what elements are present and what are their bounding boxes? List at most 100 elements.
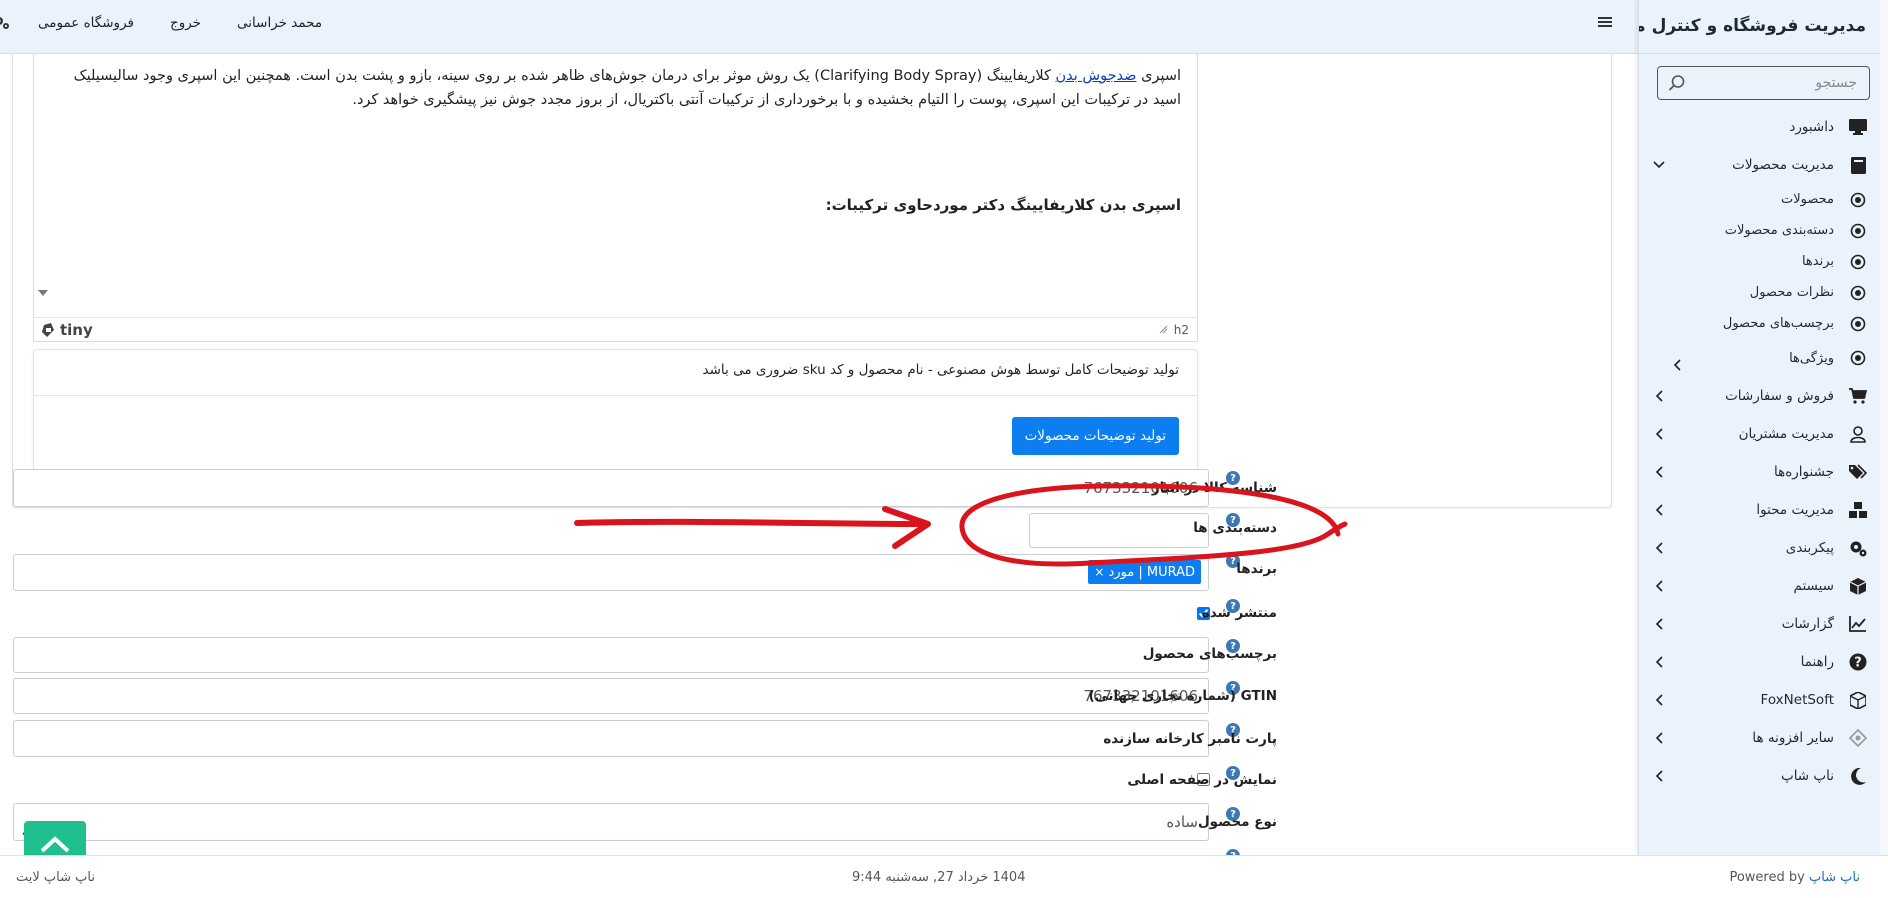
sidebar-subitem-label: نظرات محصول: [1749, 285, 1834, 300]
sidebar-subitem-brands[interactable]: برندها: [1639, 246, 1888, 277]
tags-input[interactable]: [13, 637, 1209, 673]
plugin-icon: [1848, 728, 1868, 748]
chevron-left-icon: [1673, 359, 1681, 375]
editor-content[interactable]: اسپری ضدجوش بدن کلاریفایینگ (Clarifying …: [34, 54, 1197, 298]
brands-label: برندها: [1236, 561, 1277, 577]
sidebar-subitem-products[interactable]: محصولات: [1639, 184, 1888, 215]
scrollbar-track[interactable]: [1880, 0, 1888, 855]
sidebar-item-promotions[interactable]: جشنواره‌ها: [1639, 453, 1888, 491]
categories-label: دسته‌بندی ها: [1193, 520, 1277, 536]
boxes-icon: [1848, 500, 1868, 520]
sidebar-item-sales[interactable]: فروش و سفارشات: [1639, 377, 1888, 415]
user-name-link[interactable]: محمد خراسانی: [237, 15, 322, 31]
mpn-input[interactable]: [13, 720, 1209, 757]
chevron-left-icon: [1653, 504, 1665, 516]
sidebar-subitem-attributes[interactable]: ویژگی‌ها: [1639, 339, 1888, 377]
sidebar-item-dashboard[interactable]: داشبورد: [1639, 108, 1888, 146]
sidebar-item-system[interactable]: سیستم: [1639, 567, 1888, 605]
sidebar-item-content[interactable]: مدیریت محتوا: [1639, 491, 1888, 529]
rich-text-editor[interactable]: اسپری ضدجوش بدن کلاریفایینگ (Clarifying …: [33, 54, 1198, 342]
top-nav-links: محمد خراسانی خروج فروشگاه عمومی: [38, 0, 322, 46]
search-input[interactable]: [1658, 67, 1869, 99]
product-type-row: ? ساده نوع محصول: [0, 803, 1638, 843]
sidebar-subitem-tags[interactable]: برچسب‌های محصول: [1639, 308, 1888, 339]
radio-dot-icon: [1848, 192, 1868, 208]
brands-multiselect[interactable]: × مورد | MURAD: [13, 554, 1209, 591]
sidebar-item-nopshop[interactable]: ناپ شاپ: [1639, 757, 1888, 795]
sidebar-item-help[interactable]: ? راهنما: [1639, 643, 1888, 681]
footer-datetime: 1404 خرداد 27, سه‌شنبه 9:44: [852, 870, 1026, 885]
generate-description-button[interactable]: تولید توضیحات محصولات: [1011, 417, 1179, 455]
tiny-logo[interactable]: tiny: [42, 321, 93, 339]
product-description-card: اسپری ضدجوش بدن کلاریفایینگ (Clarifying …: [12, 54, 1612, 508]
product-type-value: ساده: [1166, 813, 1198, 831]
logout-link[interactable]: خروج: [170, 15, 201, 31]
sidebar-subitem-label: دسته‌بندی محصولات: [1724, 223, 1834, 238]
sidebar-item-label: پیکربندی: [1785, 540, 1834, 556]
gears-icon: [1848, 538, 1868, 558]
chevron-down-icon: [1653, 159, 1665, 171]
brands-row: ? × مورد | MURAD برندها: [0, 554, 1638, 594]
sidebar-item-reports[interactable]: گزارشات: [1639, 605, 1888, 643]
moon-icon: [1848, 766, 1868, 786]
sidebar-item-product-management[interactable]: مدیریت محصولات: [1639, 146, 1888, 184]
chevron-left-icon: [1653, 770, 1665, 782]
path-tag[interactable]: h2: [1174, 323, 1189, 337]
sidebar-subitem-label: برندها: [1801, 254, 1834, 269]
tags-label: برچسب‌های محصول: [1142, 646, 1277, 662]
sidebar-item-label: فروش و سفارشات: [1725, 388, 1834, 404]
published-row: ? منتشر شده: [0, 599, 1638, 639]
sidebar-item-label: جشنواره‌ها: [1773, 464, 1834, 480]
sku-input[interactable]: [13, 469, 1209, 507]
box-icon: [1848, 690, 1868, 710]
gtin-input[interactable]: [13, 678, 1209, 714]
sidebar-item-label: مدیریت محتوا: [1756, 502, 1834, 518]
footer-brand: ناپ شاپ لایت: [16, 870, 95, 885]
scroll-to-top-button[interactable]: [24, 821, 86, 855]
chevron-up-icon: [40, 836, 70, 853]
radio-dot-icon: [1848, 350, 1868, 366]
footer-nopshop-link[interactable]: ناپ شاپ: [1809, 870, 1860, 885]
footer-powered-by: Powered by ناپ شاپ: [1729, 870, 1860, 885]
editor-heading: اسپری بدن کلاریفایینگ دکتر موردحاوی ترکی…: [825, 196, 1181, 214]
cube-icon: [1848, 576, 1868, 596]
sidebar-subitem-categories[interactable]: دسته‌بندی محصولات: [1639, 215, 1888, 246]
line-chart-icon: [1848, 614, 1868, 634]
sidebar-subitem-reviews[interactable]: نظرات محصول: [1639, 277, 1888, 308]
categories-input[interactable]: [1029, 513, 1209, 548]
hamburger-menu-icon[interactable]: [1598, 15, 1612, 33]
sidebar-subitem-label: ویژگی‌ها: [1789, 350, 1834, 366]
mpn-label: پارت نامبر کارخانه سازنده: [1103, 731, 1277, 747]
caret-down-icon[interactable]: [38, 290, 48, 296]
sidebar-search: [1657, 66, 1870, 100]
public-store-link[interactable]: فروشگاه عمومی: [38, 15, 134, 31]
search-icon[interactable]: [1668, 74, 1686, 96]
question-circle-icon: ?: [1848, 652, 1868, 672]
cart-icon: [1848, 386, 1868, 406]
homepage-label: نمایش در صفحه اصلی: [1127, 772, 1277, 788]
element-path: h2: [1159, 323, 1189, 337]
chip-remove-icon[interactable]: ×: [1094, 565, 1104, 579]
chevron-left-icon: [1653, 542, 1665, 554]
sidebar-item-label: مدیریت مشتریان: [1738, 426, 1834, 442]
sidebar-item-foxnetsoft[interactable]: FoxNetSoft: [1639, 681, 1888, 719]
sidebar-item-label: داشبورد: [1789, 119, 1834, 135]
brand-chip-label: مورد | MURAD: [1108, 564, 1195, 580]
sidebar-item-configuration[interactable]: پیکربندی: [1639, 529, 1888, 567]
brand-chip[interactable]: × مورد | MURAD: [1088, 560, 1201, 584]
sidebar-item-other-plugins[interactable]: سایر افزونه ها: [1639, 719, 1888, 757]
sidebar-item-customers[interactable]: مدیریت مشتریان: [1639, 415, 1888, 453]
editor-status-bar: tiny h2: [34, 317, 1197, 341]
sidebar-subitem-label: برچسب‌های محصول: [1722, 316, 1834, 331]
tags-row: ? برچسب‌های محصول: [0, 637, 1638, 677]
gear-icon[interactable]: [0, 15, 10, 35]
gtin-label: GTIN (شماره تجاری جهانی): [1088, 688, 1277, 704]
resize-handle-icon[interactable]: [1159, 323, 1168, 337]
published-label: منتشر شده: [1201, 605, 1277, 621]
monitor-icon: [1848, 117, 1868, 137]
sidebar-subitem-label: محصولات: [1781, 192, 1834, 207]
product-type-select[interactable]: ساده: [13, 803, 1209, 841]
sidebar-item-label: سیستم: [1793, 578, 1835, 594]
top-navbar: محمد خراسانی خروج فروشگاه عمومی: [0, 0, 1638, 54]
editor-link[interactable]: ضدجوش بدن: [1056, 68, 1137, 84]
